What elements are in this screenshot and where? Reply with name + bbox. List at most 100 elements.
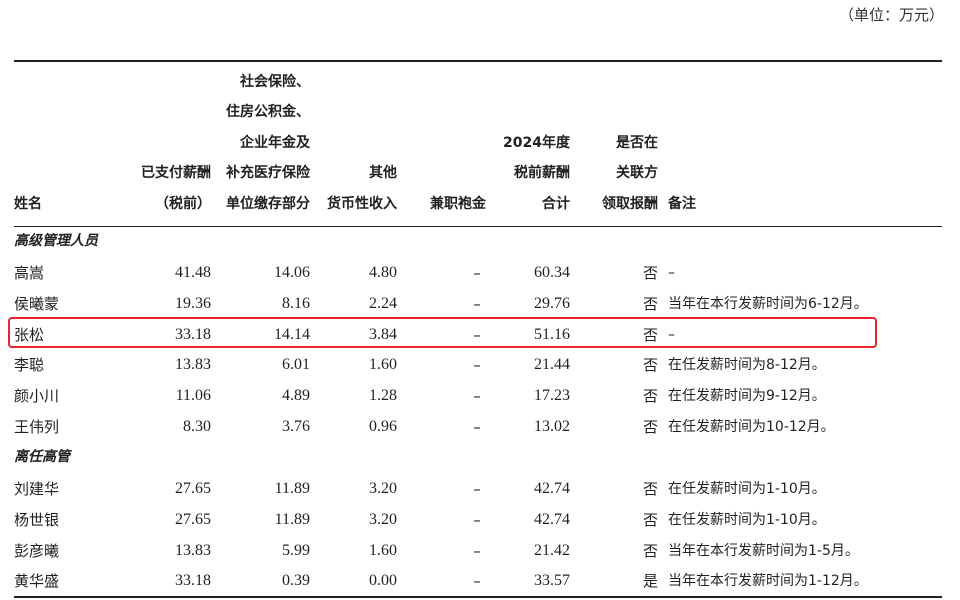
table-bottom-rule: [14, 596, 942, 598]
header-total-line: 税前薪酬: [514, 165, 570, 181]
table-row: 高嵩 41.48 14.06 4.80–60.34 否 –: [0, 258, 960, 288]
cell-social: 3.76: [282, 418, 310, 435]
table-row: 王伟列 8.30 3.76 0.96 – 13.02 否在任发薪时间为10-12月。: [0, 412, 960, 442]
cell-remark: 当年在本行发薪时间为1-5月。: [668, 542, 859, 559]
cell-remark: 在任发薪时间为1-10月。: [668, 481, 826, 497]
table-top-rule: [14, 60, 942, 62]
cell-paid: 11.06: [175, 387, 211, 405]
cell-parttime: –: [473, 480, 481, 498]
header-name: 姓名: [14, 189, 42, 220]
table-row: 杨世银 27.65 11.89 3.20 – 42.74 否在任发薪时间为1-10月。: [0, 505, 960, 535]
cell-other: 4.80: [369, 264, 397, 281]
highlight-box: [8, 317, 877, 348]
cell-other: 1.60: [369, 541, 397, 559]
cell-related: 是: [642, 572, 658, 591]
header-parttime-line: 兼职袍金: [430, 195, 486, 212]
cell-social: 8.16: [282, 294, 310, 312]
header-social: 社会保险、 住房公积金、 企业年金及 补充医疗保险 单位缴存部分: [226, 67, 310, 220]
cell-social: 6.01: [282, 356, 310, 374]
cell-name: 颜小川: [14, 387, 60, 406]
cell-social: 5.99: [282, 541, 310, 559]
cell-social: 0.39: [282, 572, 310, 590]
cell-remark: 在任发薪时间为1-10月。: [668, 511, 826, 528]
cell-paid: 27.65: [175, 480, 211, 497]
cell-paid: 33.18: [175, 572, 211, 590]
cell-other: 2.24: [369, 294, 397, 312]
cell-related: 否: [642, 418, 658, 436]
header-other: 其他货币性收入: [327, 158, 397, 219]
cell-remark: 在任发薪时间为10-12月。: [668, 419, 835, 435]
cell-other: 0.00: [369, 572, 397, 590]
cell-paid: 27.65: [175, 510, 211, 528]
cell-related: 否: [642, 387, 658, 406]
cell-parttime: –: [473, 264, 481, 282]
cell-parttime: –: [473, 387, 481, 406]
table-row: 黄华盛 33.18 0.39 0.00 – 33.57 是当年在本行发薪时间为1-12月。: [0, 566, 960, 596]
cell-total: 33.57: [534, 572, 570, 590]
cell-related: 否: [642, 510, 658, 529]
cell-remark: –: [668, 265, 675, 281]
cell-name: 李聪: [14, 356, 45, 375]
cell-related: 否: [642, 294, 658, 313]
cell-social: 14.06: [274, 264, 310, 281]
header-other-line: 其他: [369, 165, 397, 181]
cell-total: 29.76: [534, 294, 570, 312]
header-social-line: 单位缴存部分: [226, 195, 310, 212]
cell-remark: 当年在本行发薪时间为1-12月。: [668, 573, 868, 590]
header-social-line: 企业年金及: [240, 134, 310, 151]
cell-parttime: –: [473, 572, 481, 591]
cell-remark: 当年在本行发薪时间为6-12月。: [668, 295, 868, 312]
header-related-line: 关联方: [616, 165, 658, 181]
cell-total: 13.02: [534, 418, 570, 435]
cell-total: 60.34: [534, 264, 570, 281]
header-social-line: 补充医疗保险: [226, 165, 310, 181]
cell-other: 1.60: [369, 356, 397, 374]
cell-total: 17.23: [534, 387, 570, 405]
cell-paid: 8.30: [183, 418, 211, 435]
table-row: 刘建华 27.65 11.89 3.20 – 42.74 否在任发薪时间为1-10月。: [0, 474, 960, 504]
header-total-line: 2024年度: [503, 134, 570, 151]
header-other-line: 货币性收入: [327, 195, 397, 212]
header-paid: 已支付薪酬 （税前）: [141, 158, 211, 219]
cell-paid: 13.83: [175, 356, 211, 374]
cell-total: 21.42: [534, 541, 570, 559]
cell-remark: 在任发薪时间为9-12月。: [668, 388, 826, 405]
section-title: 高级管理人员: [14, 233, 98, 249]
cell-name: 杨世银: [14, 510, 60, 529]
cell-name: 黄华盛: [14, 572, 60, 591]
header-paid-line: 已支付薪酬: [141, 165, 211, 181]
cell-parttime: –: [473, 294, 481, 313]
cell-total: 42.74: [534, 510, 570, 528]
header-social-line: 住房公积金、: [226, 104, 310, 120]
section-title: 离任高管: [14, 449, 70, 465]
header-name-line: 姓名: [14, 195, 42, 212]
cell-other: 3.20: [369, 510, 397, 528]
header-total: 2024年度税前薪酬合计: [503, 128, 570, 220]
header-related: 是否在 关联方 领取报酬: [602, 128, 658, 220]
header-paid-line: （税前）: [155, 195, 211, 212]
cell-related: 否: [642, 541, 658, 560]
cell-other: 1.28: [369, 387, 397, 405]
cell-social: 11.89: [274, 480, 310, 497]
cell-name: 彭彦曦: [14, 541, 60, 560]
cell-related: 否: [642, 356, 658, 375]
cell-related: 否: [642, 480, 658, 498]
cell-parttime: –: [473, 541, 481, 560]
cell-remark: 在任发薪时间为8-12月。: [668, 357, 826, 374]
header-total-line: 合计: [542, 195, 570, 212]
table-row: 李聪 13.83 6.01 1.60 – 21.44 否在任发薪时间为8-12月。: [0, 350, 960, 380]
cell-total: 42.74: [534, 480, 570, 497]
cell-paid: 13.83: [175, 541, 211, 559]
cell-parttime: –: [473, 356, 481, 375]
cell-name: 王伟列: [14, 418, 60, 436]
cell-name: 高嵩: [14, 264, 45, 282]
table-row: 侯曦蒙 19.36 8.16 2.24 – 29.76 否当年在本行发薪时间为6-12月。: [0, 289, 960, 319]
table-row: 彭彦曦 13.83 5.99 1.60 – 21.42 否当年在本行发薪时间为1-5月。: [0, 536, 960, 566]
header-related-line: 是否在: [616, 134, 658, 151]
header-parttime: 兼职袍金: [430, 189, 486, 220]
cell-paid: 19.36: [175, 294, 211, 312]
cell-other: 0.96: [369, 418, 397, 435]
cell-other: 3.20: [369, 480, 397, 497]
cell-parttime: –: [473, 510, 481, 529]
cell-related: 否: [642, 264, 658, 282]
